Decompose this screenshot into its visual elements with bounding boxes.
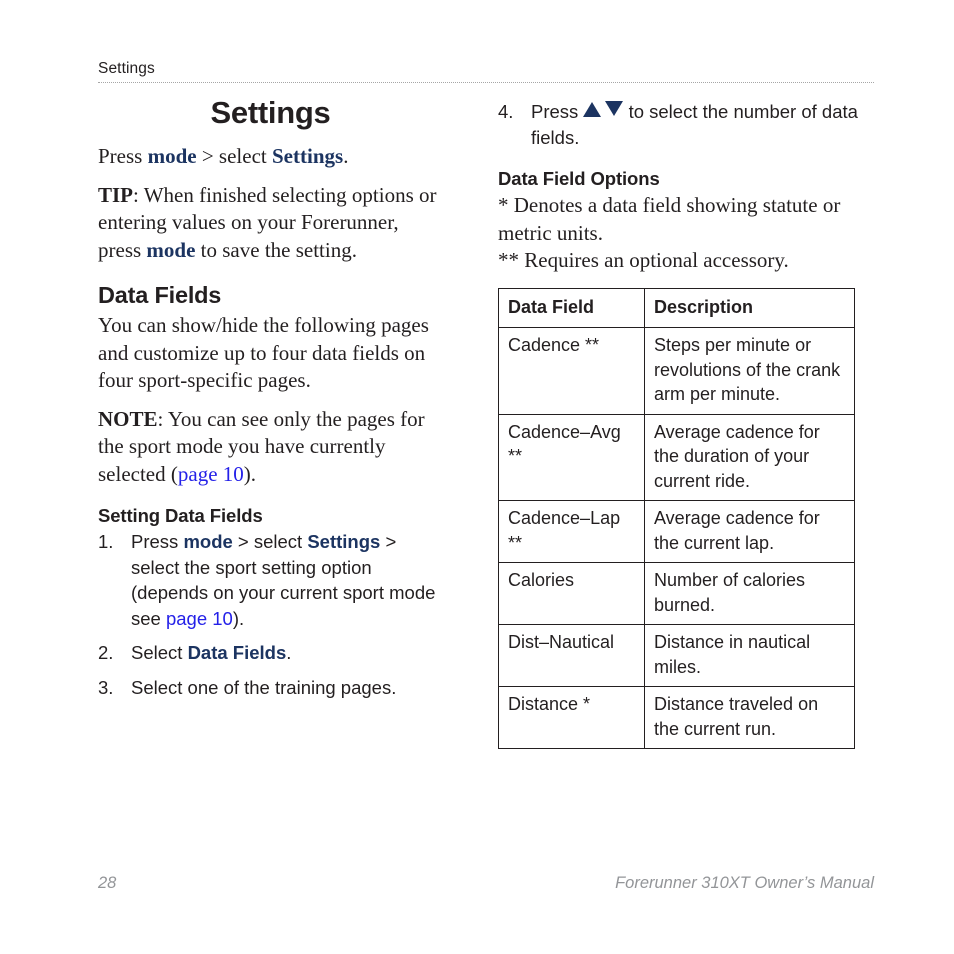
table-header-row: Data Field Description — [498, 287, 855, 328]
data-fields-paragraph: You can show/hide the following pages an… — [98, 313, 429, 392]
cell-description: Average cadence for the current lap. — [644, 500, 855, 563]
header-divider — [98, 82, 874, 83]
step-text-part: Select — [131, 642, 188, 663]
step-text-part: Press — [531, 101, 584, 122]
intro-mode-keyword: mode — [147, 144, 197, 168]
intro-press-label: Press — [98, 144, 148, 168]
tip-text-after: to save the setting. — [195, 237, 357, 262]
footer-page-number: 28 — [98, 874, 117, 892]
cell-data-field: Dist–Nautical — [498, 624, 645, 687]
intro-paragraph: Press mode > select Settings. — [98, 143, 443, 171]
legend-double-asterisk: ** Requires an optional accessory. — [498, 248, 789, 272]
running-header-title: Settings — [98, 60, 155, 77]
list-item: 1. Press mode > select Settings > select… — [98, 529, 443, 631]
data-field-options-table: Data Field Description Cadence ** Steps … — [498, 287, 855, 749]
heading-data-field-options: Data Field Options — [498, 168, 660, 189]
cell-data-field: Cadence–Avg ** — [498, 413, 645, 501]
setting-data-fields-steps: 1. Press mode > select Settings > select… — [98, 529, 443, 700]
note-text-after: ). — [243, 461, 257, 486]
step-text-part: Press — [131, 531, 184, 552]
heading-data-fields: Data Fields — [98, 282, 222, 308]
step-text-part: ). — [232, 607, 245, 629]
step-text: Select one of the training pages. — [131, 676, 397, 698]
page-title: Settings — [210, 95, 331, 130]
step-mode-keyword: mode — [183, 531, 233, 552]
table-row: Calories Number of calories burned. — [498, 562, 855, 625]
table-row: Dist–Nautical Distance in nautical miles… — [498, 624, 855, 687]
manual-page: Settings Settings Press mode > select Se… — [0, 0, 954, 954]
step-text-part: . — [286, 642, 292, 663]
cell-data-field: Distance * — [498, 686, 645, 749]
table-row: Cadence ** Steps per minute or revolutio… — [498, 327, 855, 415]
table-row: Distance * Distance traveled on the curr… — [498, 686, 855, 749]
step-text: Press to select the number of data field… — [531, 101, 858, 148]
cell-data-field: Cadence ** — [498, 327, 645, 415]
cell-data-field: Calories — [498, 562, 645, 625]
step-data-fields-keyword: Data Fields — [187, 642, 287, 663]
note-label: NOTE — [98, 406, 158, 431]
cell-description: Steps per minute or revolutions of the c… — [644, 327, 855, 415]
step-text: Select Data Fields. — [131, 642, 291, 663]
cell-description: Average cadence for the duration of your… — [644, 413, 855, 501]
right-column: 4. Press to select the number of data fi… — [498, 95, 858, 749]
list-item: 2. Select Data Fields. — [98, 640, 443, 666]
table-row: Cadence–Avg ** Average cadence for the d… — [498, 413, 855, 501]
column-header-data-field: Data Field — [498, 287, 645, 328]
cell-description: Distance in nautical miles. — [644, 624, 855, 687]
tip-mode-keyword: mode — [146, 237, 196, 262]
step-settings-keyword: Settings — [307, 531, 381, 552]
running-header: Settings — [98, 60, 874, 83]
intro-select-label: > select — [196, 144, 272, 168]
intro-period: . — [343, 144, 349, 168]
setting-data-fields-steps-continued: 4. Press to select the number of data fi… — [498, 99, 858, 150]
step-number: 4. — [498, 101, 514, 122]
page-10-link-note[interactable]: page 10 — [178, 462, 244, 486]
triangle-up-icon — [583, 102, 602, 117]
step-number: 1. — [98, 531, 114, 552]
legend-single-asterisk: * Denotes a data field showing statute o… — [498, 193, 841, 245]
triangle-down-icon — [605, 101, 624, 116]
list-item: 4. Press to select the number of data fi… — [498, 99, 858, 150]
step-text-part: > select — [232, 531, 308, 552]
intro-settings-keyword: Settings — [272, 144, 344, 168]
step-number: 2. — [98, 642, 114, 663]
footer-manual-title: Forerunner 310XT Owner’s Manual — [615, 874, 874, 892]
left-column: Settings Press mode > select Settings. T… — [98, 95, 443, 700]
tip-label: TIP — [98, 182, 134, 207]
cell-data-field: Cadence–Lap ** — [498, 500, 645, 563]
heading-setting-data-fields: Setting Data Fields — [98, 505, 263, 526]
note-paragraph: NOTE: You can see only the pages for the… — [98, 406, 443, 489]
tip-paragraph: TIP: When finished selecting options or … — [98, 182, 443, 265]
cell-description: Number of calories burned. — [644, 562, 855, 625]
table-row: Cadence–Lap ** Average cadence for the c… — [498, 500, 855, 563]
cell-description: Distance traveled on the current run. — [644, 686, 855, 749]
step-number: 3. — [98, 676, 114, 698]
step-text: Press mode > select Settings > select th… — [131, 531, 435, 629]
page-10-link-step[interactable]: page 10 — [166, 608, 233, 629]
list-item: 3. Select one of the training pages. — [98, 675, 443, 701]
page-footer: 28 Forerunner 310XT Owner’s Manual — [98, 873, 874, 893]
column-header-description: Description — [644, 287, 855, 328]
